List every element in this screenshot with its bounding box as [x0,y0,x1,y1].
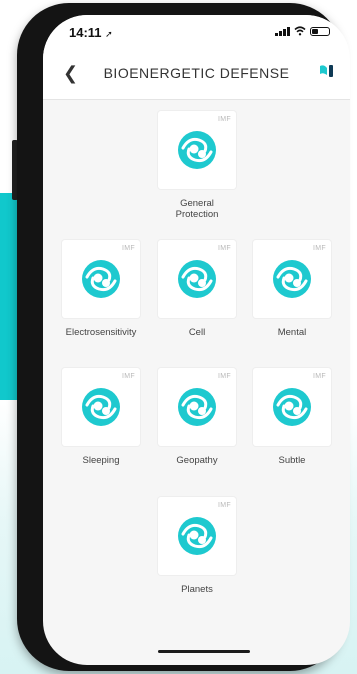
page-title: BIOENERGETIC DEFENSE [103,65,290,81]
tile-card[interactable]: IMF [158,497,236,575]
tile-label: Subtle [278,455,306,466]
tile-sleeping[interactable]: IMF Sleeping [51,368,151,466]
imf-badge: IMF [122,245,135,252]
tile-card[interactable]: IMF [253,368,331,446]
tile-label: Mental [277,327,307,338]
imf-badge: IMF [218,116,231,123]
tile-card[interactable]: IMF [62,240,140,318]
bio-swirl-icon [178,388,216,426]
bio-swirl-icon [178,260,216,298]
tile-label-line: General [180,198,214,209]
imf-badge: IMF [218,245,231,252]
imf-badge: IMF [313,373,326,380]
location-arrow-icon: ➚ [105,29,113,39]
status-bar: 14:11 ➚ [43,15,350,49]
bio-swirl-icon [178,517,216,555]
tile-card[interactable]: IMF [253,240,331,318]
brand-logo-icon[interactable] [318,62,336,80]
tile-mental[interactable]: IMF Mental [242,240,342,338]
phone-screen: 14:11 ➚ ❮ BIOENERGETIC DEFENSE IMF Gener… [43,15,350,665]
status-time: 14:11 ➚ [69,25,113,40]
bio-swirl-icon [82,260,120,298]
tile-electrosensitivity[interactable]: IMF Electrosensitivity [51,240,151,338]
tile-geopathy[interactable]: IMF Geopathy [147,368,247,466]
battery-icon [310,26,330,36]
tile-label: Electrosensitivity [65,327,137,338]
tile-cell[interactable]: IMF Cell [147,240,247,338]
tile-label: Cell [188,327,206,338]
tile-planets[interactable]: IMF Planets [147,497,247,595]
app-header: ❮ BIOENERGETIC DEFENSE [43,49,350,100]
tile-card[interactable]: IMF [158,111,236,189]
imf-badge: IMF [218,502,231,509]
tile-general-protection[interactable]: IMF General Protection [147,111,247,220]
status-icons [275,26,330,36]
signal-icon [275,26,290,36]
time-text: 14:11 [69,25,102,40]
imf-badge: IMF [218,373,231,380]
tile-card[interactable]: IMF [158,240,236,318]
imf-badge: IMF [313,245,326,252]
tile-label: Planets [181,584,213,595]
bio-swirl-icon [178,131,216,169]
bio-swirl-icon [273,260,311,298]
phone-frame: 14:11 ➚ ❮ BIOENERGETIC DEFENSE IMF Gener… [17,3,350,671]
tile-card[interactable]: IMF [62,368,140,446]
tile-card[interactable]: IMF [158,368,236,446]
tile-subtle[interactable]: IMF Subtle [242,368,342,466]
imf-badge: IMF [122,373,135,380]
home-indicator[interactable] [158,650,250,653]
bio-swirl-icon [82,388,120,426]
tile-label-line: Protection [175,209,219,220]
bio-swirl-icon [273,388,311,426]
tile-label: Sleeping [82,455,120,466]
tile-label: General Protection [147,198,247,220]
wifi-icon [294,26,306,36]
tile-label: Geopathy [176,455,218,466]
